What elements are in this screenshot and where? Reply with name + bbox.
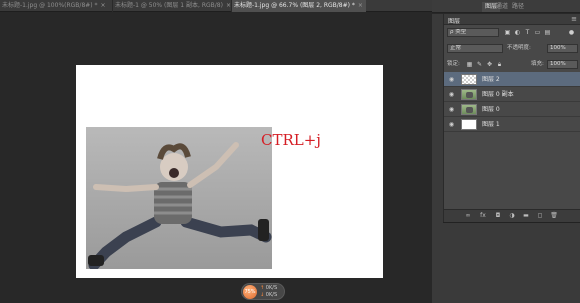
lock-move-icon[interactable]: ✥ bbox=[486, 61, 493, 68]
document-tab-1-label: 未标题-1.jpg @ 100%(RGB/8#) * bbox=[2, 2, 98, 9]
layer-row-layer-0-copy[interactable]: ◉ 图层 0 副本 bbox=[444, 87, 580, 102]
lock-row: 锁定: ▦ ✎ ✥ 🔒︎ 填充: 100% bbox=[444, 58, 580, 71]
panel-menu-icon[interactable]: ≡ bbox=[571, 15, 577, 23]
tab-paths[interactable]: 路径 bbox=[512, 2, 524, 12]
document-tab-2-label: 未标题-1 @ 50% (图层 1 副本, RGB/8) bbox=[115, 2, 223, 9]
layers-panel: 图层 ≡ ρ 类型 ▣ ◐ T ▭ ▤ ● 正常 不透明度: 100% 锁定: … bbox=[443, 14, 580, 222]
tab-channels[interactable]: 通道 bbox=[496, 2, 508, 12]
layer-name[interactable]: 图层 1 bbox=[482, 117, 500, 132]
zoom-indicator: 75% bbox=[243, 285, 257, 299]
upload-speed: ↑ 0K/S bbox=[260, 285, 277, 291]
folder-icon[interactable]: ▬ bbox=[522, 212, 530, 220]
eye-icon[interactable]: ◉ bbox=[448, 106, 455, 113]
document-tab-bar: 未标题-1.jpg @ 100%(RGB/8#) * × 未标题-1 @ 50% … bbox=[0, 0, 432, 12]
layer-thumbnail bbox=[461, 74, 477, 85]
filter-toggle-icon[interactable]: ● bbox=[568, 29, 575, 36]
photo-illustration bbox=[88, 142, 272, 269]
link-icon[interactable]: ∞ bbox=[464, 212, 472, 220]
panel-tab-bar: 图层 通道 路径 bbox=[432, 0, 580, 13]
eye-icon[interactable]: ◉ bbox=[448, 91, 455, 98]
fill-input[interactable]: 100% bbox=[547, 60, 578, 69]
layer-name[interactable]: 图层 0 bbox=[482, 102, 500, 117]
shortcut-annotation: CTRL+j bbox=[261, 131, 321, 149]
layer-row-layer-0[interactable]: ◉ 图层 0 bbox=[444, 102, 580, 117]
image-filter-icon[interactable]: ▣ bbox=[504, 29, 511, 36]
document-tab-3-active[interactable]: 未标题-1.jpg @ 66.7% (图层 2, RGB/8#) * × bbox=[232, 0, 366, 12]
adjustment-icon[interactable]: ◑ bbox=[508, 212, 516, 220]
shape-filter-icon[interactable]: ▭ bbox=[534, 29, 541, 36]
fill-label: 填充: bbox=[531, 61, 544, 67]
filter-row: ρ 类型 ▣ ◐ T ▭ ▤ ● bbox=[444, 26, 580, 39]
layers-panel-header: 图层 ≡ bbox=[444, 14, 580, 25]
lock-label: 锁定: bbox=[447, 61, 460, 67]
trash-icon[interactable]: 🗑︎ bbox=[550, 212, 558, 220]
mask-icon[interactable]: ◘ bbox=[494, 212, 502, 220]
download-speed: ↓ 0K/S bbox=[260, 292, 277, 298]
download-speed-value: 0K/S bbox=[265, 292, 278, 298]
document-tab-1[interactable]: 未标题-1.jpg @ 100%(RGB/8#) * × bbox=[0, 0, 112, 12]
close-icon[interactable]: × bbox=[101, 2, 106, 9]
jumping-boy-photo[interactable] bbox=[86, 127, 272, 269]
opacity-label: 不透明度: bbox=[507, 45, 531, 51]
layer-row-layer-2[interactable]: ◉ 图层 2 bbox=[444, 72, 580, 87]
lock-brush-icon[interactable]: ✎ bbox=[476, 61, 483, 68]
upload-arrow-icon: ↑ bbox=[260, 285, 265, 291]
fx-icon[interactable]: fx bbox=[479, 212, 487, 220]
layer-name[interactable]: 图层 0 副本 bbox=[482, 87, 514, 102]
layer-row-layer-1[interactable]: ◉ 图层 1 bbox=[444, 117, 580, 132]
thumbnail-figure bbox=[466, 107, 473, 113]
layer-list: ◉ 图层 2 ◉ 图层 0 副本 ◉ 图层 0 ◉ 图层 1 bbox=[444, 72, 580, 132]
eye-icon[interactable]: ◉ bbox=[448, 76, 455, 83]
document-tab-2[interactable]: 未标题-1 @ 50% (图层 1 副本, RGB/8) × bbox=[113, 0, 231, 12]
blend-row: 正常 不透明度: 100% bbox=[444, 42, 580, 55]
lock-transparency-icon[interactable]: ▦ bbox=[466, 61, 473, 68]
new-layer-icon[interactable]: ◻ bbox=[536, 212, 544, 220]
adjustment-filter-icon[interactable]: ◐ bbox=[514, 29, 521, 36]
smart-object-filter-icon[interactable]: ▤ bbox=[544, 29, 551, 36]
eye-icon[interactable]: ◉ bbox=[448, 121, 455, 128]
thumbnail-figure bbox=[466, 92, 473, 98]
speed-badge: 75% ↑ 0K/S ↓ 0K/S bbox=[241, 283, 285, 300]
panel-collapse-strip[interactable] bbox=[432, 14, 443, 303]
blend-mode-select[interactable]: 正常 bbox=[447, 44, 503, 53]
panel-title: 图层 bbox=[448, 18, 461, 25]
layer-thumbnail bbox=[461, 104, 477, 115]
close-icon[interactable]: × bbox=[358, 2, 363, 9]
text-filter-icon[interactable]: T bbox=[524, 29, 531, 36]
layer-thumbnail bbox=[461, 89, 477, 100]
layer-thumbnail bbox=[461, 119, 477, 130]
lock-all-icon[interactable]: 🔒︎ bbox=[496, 61, 503, 68]
upload-speed-value: 0K/S bbox=[265, 285, 278, 291]
document-tab-3-label: 未标题-1.jpg @ 66.7% (图层 2, RGB/8#) * bbox=[234, 2, 355, 9]
opacity-input[interactable]: 100% bbox=[547, 44, 578, 53]
empty-panel-area bbox=[443, 222, 580, 303]
layers-panel-footer: ∞ fx ◘ ◑ ▬ ◻ 🗑︎ bbox=[444, 209, 580, 222]
layer-name[interactable]: 图层 2 bbox=[482, 72, 500, 87]
filter-kind-select[interactable]: ρ 类型 bbox=[447, 28, 499, 37]
download-arrow-icon: ↓ bbox=[260, 292, 265, 298]
